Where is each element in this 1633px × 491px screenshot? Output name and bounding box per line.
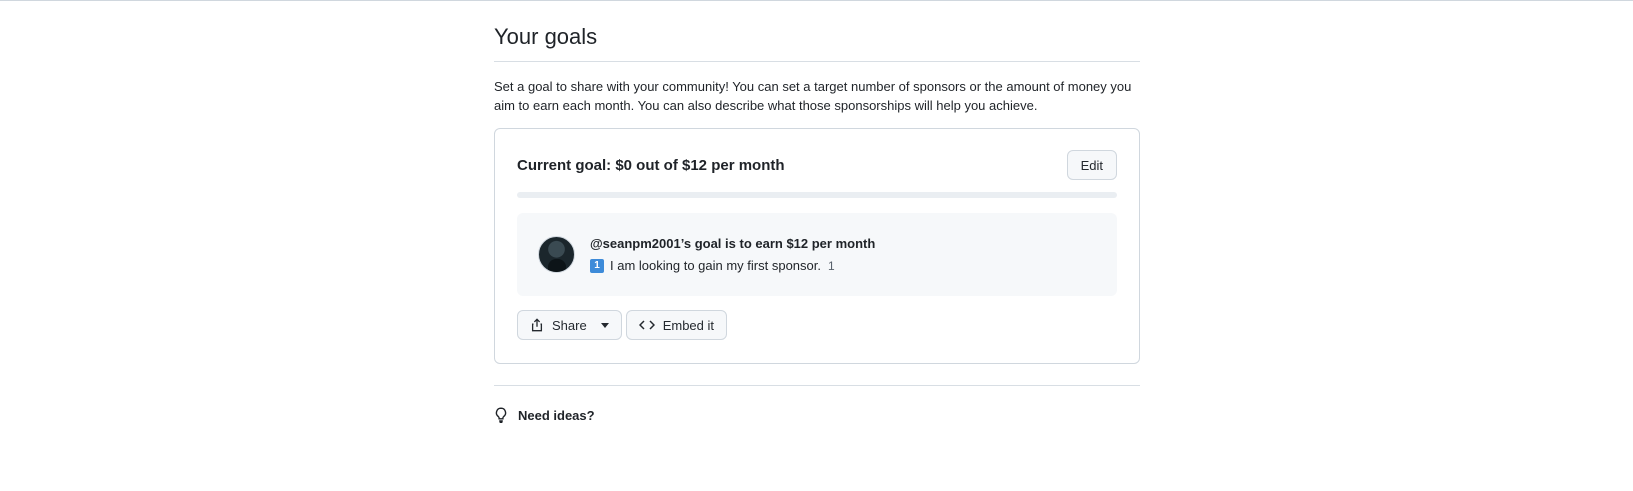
share-button[interactable]: Share <box>517 310 622 340</box>
goal-header: Current goal: $0 out of $12 per month Ed… <box>517 150 1117 180</box>
goal-progress-bar <box>517 192 1117 198</box>
share-label: Share <box>552 317 587 333</box>
goal-card-text: @seanpm2001’s goal is to earn $12 per mo… <box>590 235 875 275</box>
goal-card-description: 1 I am looking to gain my first sponsor.… <box>590 257 875 275</box>
goal-card-count: 1 <box>827 258 835 273</box>
goal-actions: Share Embed it <box>517 310 1117 340</box>
section-divider <box>494 385 1140 386</box>
need-ideas-toggle[interactable]: Need ideas? <box>494 407 1140 423</box>
goals-description: Set a goal to share with your community!… <box>494 79 1132 113</box>
page-title: Your goals <box>494 22 1140 62</box>
goal-card-heading: @seanpm2001’s goal is to earn $12 per mo… <box>590 235 876 251</box>
goal-title: Current goal: $0 out of $12 per month <box>517 156 785 174</box>
embed-label: Embed it <box>662 317 715 333</box>
chevron-down-icon <box>600 322 609 328</box>
code-icon <box>638 318 655 332</box>
keycap-one-emoji-icon: 1 <box>590 258 604 273</box>
goals-section: Your goals Set a goal to share with your… <box>494 0 1140 423</box>
goal-card: @seanpm2001’s goal is to earn $12 per mo… <box>517 213 1117 296</box>
need-ideas-label: Need ideas? <box>518 407 595 423</box>
share-icon <box>530 318 544 332</box>
embed-button[interactable]: Embed it <box>625 310 728 340</box>
goal-card-text-line: I am looking to gain my first sponsor. <box>610 257 821 273</box>
edit-button[interactable]: Edit <box>1066 150 1117 180</box>
light-bulb-icon <box>494 407 508 423</box>
current-goal-box: Current goal: $0 out of $12 per month Ed… <box>494 128 1140 364</box>
avatar <box>538 236 575 273</box>
